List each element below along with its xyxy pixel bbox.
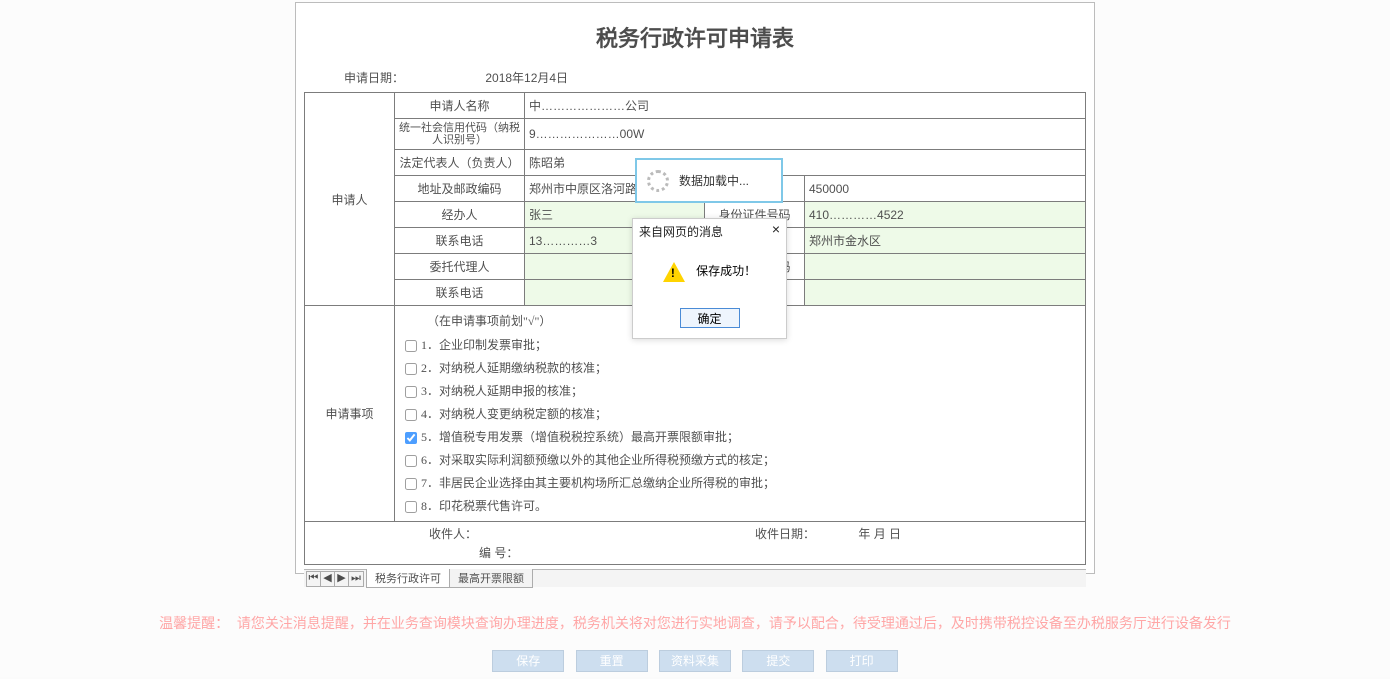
- close-icon[interactable]: ×: [772, 223, 780, 240]
- loading-text: 数据加载中...: [679, 172, 749, 189]
- message-dialog-title: 来自网页的消息: [639, 223, 723, 240]
- loading-spinner-icon: [647, 170, 669, 192]
- message-dialog: 来自网页的消息 × 保存成功！ 确定: [632, 218, 787, 339]
- loading-dialog: 数据加载中...: [635, 158, 783, 203]
- message-dialog-text: 保存成功！: [696, 264, 756, 278]
- warning-icon: [663, 262, 685, 282]
- message-ok-button[interactable]: 确定: [680, 308, 740, 328]
